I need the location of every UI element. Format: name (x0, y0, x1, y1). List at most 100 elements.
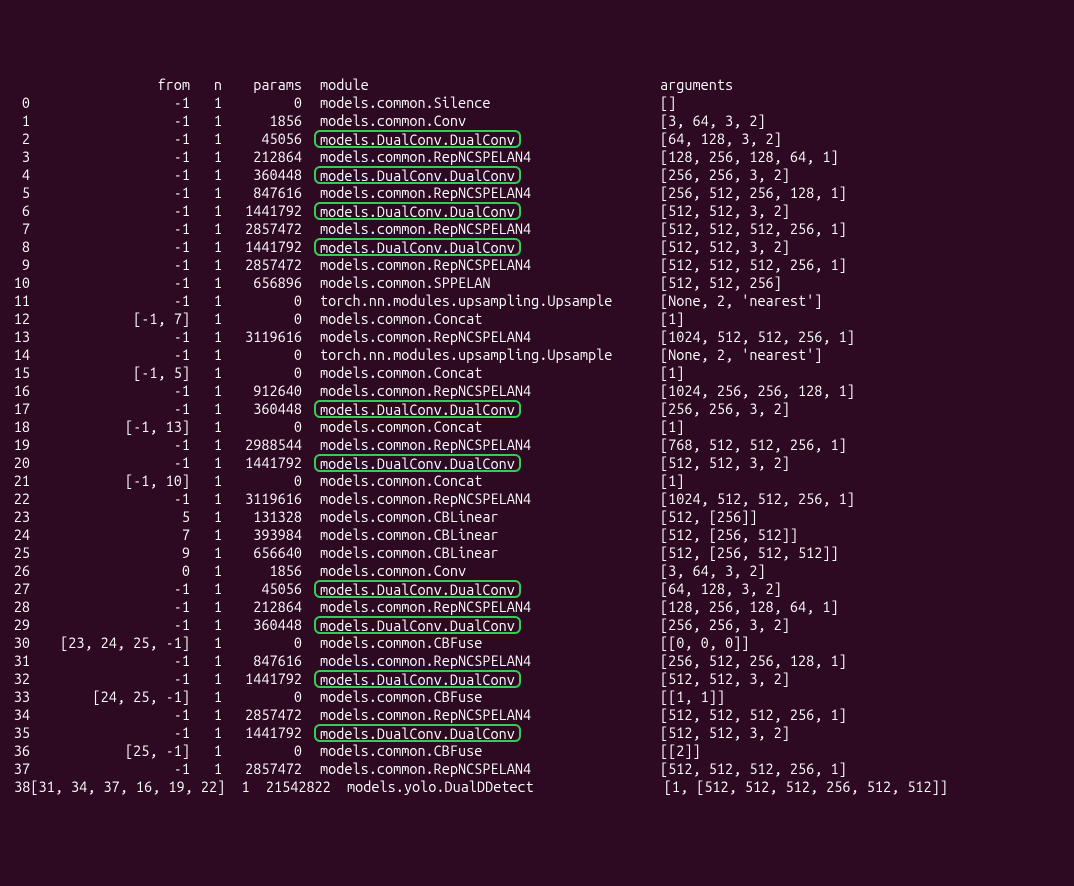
row-from: -1 (30, 256, 190, 274)
row-args: [3, 64, 3, 2] (660, 112, 766, 130)
row-from: -1 (30, 616, 190, 634)
table-row: 20-111441792models.DualConv.DualConv[512… (6, 454, 1068, 472)
row-args: [256, 256, 3, 2] (660, 616, 790, 634)
row-from: [-1, 13] (30, 418, 190, 436)
table-row: 12[-1, 7]10models.common.Concat[1] (6, 310, 1068, 328)
table-row: 18[-1, 13]10models.common.Concat[1] (6, 418, 1068, 436)
row-args: [[2]] (660, 742, 701, 760)
row-args: [256, 256, 3, 2] (660, 166, 790, 184)
row-from: -1 (30, 760, 190, 778)
table-row: 5-11847616models.common.RepNCSPELAN4[256… (6, 184, 1068, 202)
row-from: -1 (30, 274, 190, 292)
row-params: 2857472 (222, 760, 302, 778)
row-from: -1 (30, 94, 190, 112)
table-row-last: 38[31, 34, 37, 16, 19, 22] 1 21542822 mo… (6, 778, 1068, 796)
row-params: 0 (222, 634, 302, 652)
row-module: models.common.CBLinear (302, 526, 660, 544)
row-params: 393984 (222, 526, 302, 544)
row-idx: 2 (6, 130, 30, 148)
header-args: arguments (660, 76, 733, 94)
row-params: 2857472 (222, 220, 302, 238)
row-from: -1 (30, 652, 190, 670)
row-module: models.common.Concat (302, 418, 660, 436)
row-n: 1 (190, 364, 222, 382)
row-params: 1441792 (222, 454, 302, 472)
row-args: [1] (660, 472, 684, 490)
row-idx: 8 (6, 238, 30, 256)
row-module: models.DualConv.DualConv (302, 724, 660, 743)
row-args: [1024, 512, 512, 256, 1] (660, 328, 855, 346)
row-params: 45056 (222, 130, 302, 148)
row-idx: 27 (6, 580, 30, 598)
row-params: 360448 (222, 400, 302, 418)
row-params: 212864 (222, 148, 302, 166)
row-idx: 17 (6, 400, 30, 418)
table-row: 36[25, -1]10models.common.CBFuse[[2]] (6, 742, 1068, 760)
row-module: torch.nn.modules.upsampling.Upsample (302, 346, 660, 364)
table-row: 14-110torch.nn.modules.upsampling.Upsamp… (6, 346, 1068, 364)
row-module: models.DualConv.DualConv (302, 166, 660, 185)
table-row: 10-11656896models.common.SPPELAN[512, 51… (6, 274, 1068, 292)
row-from: -1 (30, 580, 190, 598)
row-from: 0 (30, 562, 190, 580)
table-row: 6-111441792models.DualConv.DualConv[512,… (6, 202, 1068, 220)
row-args: [64, 128, 3, 2] (660, 130, 782, 148)
table-row: 34-112857472models.common.RepNCSPELAN4[5… (6, 706, 1068, 724)
row-args: [1] (660, 310, 684, 328)
row-module: models.common.Silence (302, 94, 660, 112)
row-from: [25, -1] (30, 742, 190, 760)
row-n: 1 (190, 94, 222, 112)
row-module: models.DualConv.DualConv (302, 454, 660, 473)
row-n: 1 (190, 220, 222, 238)
row-params: 212864 (222, 598, 302, 616)
highlight-box: models.DualConv.DualConv (314, 724, 521, 742)
row-n: 1 (190, 112, 222, 130)
row-n: 1 (190, 202, 222, 220)
row-from: -1 (30, 436, 190, 454)
row-args: [512, 512, 512, 256, 1] (660, 256, 847, 274)
row-params: 360448 (222, 616, 302, 634)
row-idx: 29 (6, 616, 30, 634)
row-from: -1 (30, 112, 190, 130)
row-args: [1] (660, 364, 684, 382)
row-idx: 20 (6, 454, 30, 472)
row-module: models.DualConv.DualConv (302, 580, 660, 599)
row-module: models.common.CBFuse (302, 742, 660, 760)
row-from: 5 (30, 508, 190, 526)
row-idx: 21 (6, 472, 30, 490)
row-n: 1 (190, 274, 222, 292)
row-from: -1 (30, 382, 190, 400)
table-row: 2351131328models.common.CBLinear[512, [2… (6, 508, 1068, 526)
row-from: -1 (30, 454, 190, 472)
row-args: [3, 64, 3, 2] (660, 562, 766, 580)
row-module: models.common.CBLinear (302, 508, 660, 526)
row-idx: 15 (6, 364, 30, 382)
table-row: 15[-1, 5]10models.common.Concat[1] (6, 364, 1068, 382)
row-n: 1 (190, 310, 222, 328)
row-module: models.common.RepNCSPELAN4 (302, 706, 660, 724)
row-from: -1 (30, 328, 190, 346)
row-module: models.common.RepNCSPELAN4 (302, 652, 660, 670)
row-args: [512, 512, 256] (660, 274, 782, 292)
row-from: -1 (30, 148, 190, 166)
row-args: [512, 512, 512, 256, 1] (660, 706, 847, 724)
row-idx: 4 (6, 166, 30, 184)
row-params: 0 (222, 310, 302, 328)
row-params: 1441792 (222, 202, 302, 220)
row-idx: 3 (6, 148, 30, 166)
row-params: 2857472 (222, 706, 302, 724)
row-from: -1 (30, 598, 190, 616)
row-n: 1 (190, 526, 222, 544)
row-args: [256, 256, 3, 2] (660, 400, 790, 418)
terminal-output: fromnparamsmodulearguments0-110models.co… (6, 76, 1068, 796)
row-idx: 23 (6, 508, 30, 526)
row-args: [512, 512, 512, 256, 1] (660, 220, 847, 238)
table-row: 19-112988544models.common.RepNCSPELAN4[7… (6, 436, 1068, 454)
row-args: [512, 512, 3, 2] (660, 724, 790, 742)
row-n: 1 (190, 544, 222, 562)
table-row: 7-112857472models.common.RepNCSPELAN4[51… (6, 220, 1068, 238)
row-args: [256, 512, 256, 128, 1] (660, 184, 847, 202)
row-from: -1 (30, 670, 190, 688)
row-module: models.common.RepNCSPELAN4 (302, 382, 660, 400)
row-params: 912640 (222, 382, 302, 400)
